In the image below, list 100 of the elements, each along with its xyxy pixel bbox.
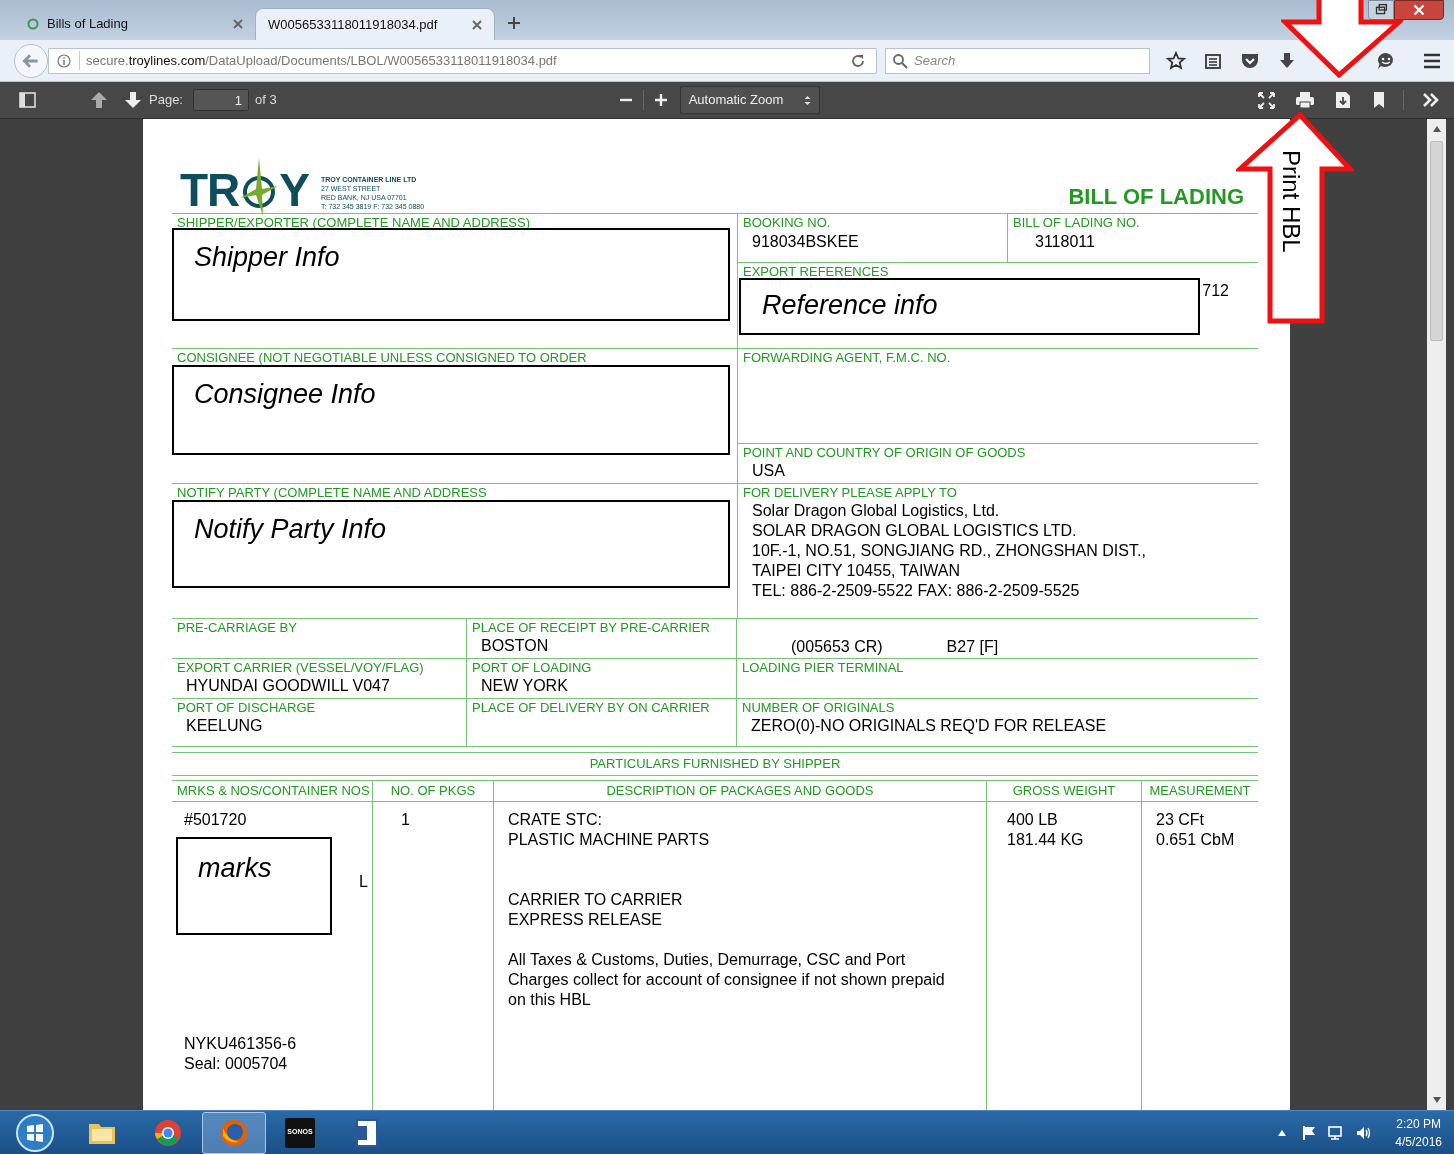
cell-text: 0.651 CbM (1156, 830, 1236, 850)
annotation-text: Notify Party Info (194, 513, 388, 546)
field-value: NEW YORK (480, 676, 569, 696)
annotation-text: Consignee Info (194, 378, 377, 411)
field-value: TAIPEI CITY 10455, TAIWAN (751, 561, 962, 581)
callout-label: Print HBL (1277, 150, 1306, 253)
zoom-select[interactable]: Automatic Zoom (679, 86, 820, 114)
page-number-field[interactable]: 1 (193, 89, 249, 111)
document-title: BILL OF LADING (1068, 185, 1244, 209)
next-page-icon[interactable] (124, 91, 142, 109)
flag-icon[interactable] (1301, 1124, 1318, 1141)
annotation-text: marks (198, 852, 273, 885)
field-label: PLACE OF DELIVERY BY ON CARRIER (471, 699, 711, 716)
star-icon[interactable] (1166, 50, 1186, 71)
previous-page-icon[interactable] (90, 91, 108, 109)
field-value: 10F.-1, NO.51, SONGJIANG RD., ZHONGSHAN DIST., (751, 541, 1147, 561)
reading-list-icon[interactable] (1204, 51, 1222, 70)
field-value: ZERO(0)-NO ORIGINALS REQ'D FOR RELEASE (750, 716, 1108, 736)
taskbar-app[interactable] (202, 1111, 266, 1154)
field-label: FOR DELIVERY PLEASE APPLY TO (742, 484, 958, 501)
updown-icon (803, 94, 811, 106)
field-label: PLACE OF RECEIPT BY PRE-CARRIER (471, 619, 711, 636)
page-label: Page: (149, 91, 183, 110)
info-icon[interactable] (57, 53, 71, 68)
field-value: BOSTON (480, 636, 550, 656)
cell-text: CARRIER TO CARRIER (508, 890, 684, 910)
company-logo: TR (180, 168, 240, 212)
field-label: LOADING PIER TERMINAL (741, 659, 905, 676)
scroll-down-icon[interactable] (1431, 1096, 1442, 1104)
browser-tab[interactable]: W0056533118011918034.pdf (255, 8, 495, 40)
field-value: Solar Dragon Global Logistics, Ltd. (751, 501, 1001, 521)
field-label: BOOKING NO. (742, 214, 832, 231)
more-tools-icon[interactable] (1422, 92, 1440, 108)
field-label: PORT OF DISCHARGE (176, 699, 317, 716)
clock[interactable]: 2:20 PM 4/5/2016 (1395, 1114, 1442, 1151)
menu-icon[interactable] (1422, 51, 1442, 70)
section-title: PARTICULARS FURNISHED BY SHIPPER (589, 755, 841, 774)
close-window-icon[interactable] (1394, 0, 1444, 20)
cell-text: EXPRESS RELEASE (508, 910, 663, 930)
field-label: NUMBER OF ORIGINALS (741, 699, 896, 716)
bookmark-icon[interactable] (1373, 91, 1385, 109)
chat-icon[interactable] (1376, 50, 1396, 71)
browser-tab[interactable]: Bills of Lading (15, 8, 255, 40)
field-label: SHIPPER/EXPORTER (COMPLETE NAME AND ADDRESS) (176, 214, 531, 231)
scroll-thumb[interactable] (1430, 141, 1443, 341)
column-heading: DESCRIPTION OF PACKAGES AND GOODS (606, 782, 874, 801)
field-value: (005653 CR) (791, 637, 883, 657)
field-label: EXPORT REFERENCES (742, 263, 890, 280)
sidebar-toggle-icon[interactable] (19, 92, 36, 108)
field-value: 3118011 (1034, 232, 1096, 252)
column-heading: NO. OF PKGS (390, 782, 476, 801)
scrollbar[interactable] (1427, 119, 1446, 1110)
show-hidden-icon[interactable] (1277, 1128, 1288, 1137)
field-value: 712 (1202, 281, 1229, 301)
column-heading: MEASUREMENT (1149, 782, 1251, 801)
column-heading: GROSS WEIGHT (1012, 782, 1116, 801)
field-value: 918034BSKEE (751, 232, 860, 252)
cell-text: 400 LB (1007, 810, 1059, 830)
search-field[interactable]: Search (885, 47, 1150, 74)
field-value: HYUNDAI GOODWILL V047 (185, 676, 391, 696)
cell-text: All Taxes & Customs, Duties, Demurrage, CSC and Port (508, 950, 907, 970)
company-logo: Y (279, 168, 309, 212)
cell-text: L (359, 872, 368, 892)
print-icon[interactable] (1295, 91, 1315, 109)
column-heading: MRKS & NOS/CONTAINER NOS (177, 782, 370, 801)
close-icon[interactable] (472, 19, 482, 30)
close-icon[interactable] (233, 19, 243, 29)
cell-text: Seal: 0005704 (184, 1054, 289, 1074)
cell-text: CRATE STC: (508, 810, 603, 830)
zoom-in-icon[interactable] (653, 93, 668, 107)
field-label: POINT AND COUNTRY OF ORIGIN OF GOODS (742, 444, 1027, 461)
reload-icon[interactable] (850, 52, 866, 69)
scroll-up-icon[interactable] (1431, 125, 1442, 133)
annotation-text: Reference info (762, 289, 939, 322)
restore-icon[interactable] (1368, 0, 1394, 20)
field-label: FORWARDING AGENT, F.M.C. NO. (742, 349, 952, 366)
loading-icon (27, 18, 39, 30)
cell-text: 181.44 KG (1007, 830, 1085, 850)
cell-text: NYKU461356-6 (184, 1034, 298, 1054)
cell-text: Charges collect for account of consignee if not shown prepaid (508, 970, 946, 990)
field-value: TEL: 886-2-2509-5522 FAX: 886-2-2509-5525 (751, 581, 1081, 601)
save-icon[interactable] (1335, 91, 1351, 109)
field-label: BILL OF LADING NO. (1012, 214, 1141, 231)
field-label: CONSIGNEE (NOT NEGOTIABLE UNLESS CONSIGNED TO ORDER (176, 349, 588, 366)
new-tab-icon[interactable] (507, 16, 521, 30)
fullscreen-icon[interactable] (1258, 91, 1275, 109)
field-value: USA (751, 461, 786, 481)
address-bar[interactable]: secure.troylines.com/DataUpload/Documents/LBOL/W0056533118011918034.pdf (48, 47, 877, 74)
field-value: SOLAR DRAGON GLOBAL LOGISTICS LTD. (751, 521, 1078, 541)
pocket-icon[interactable] (1240, 51, 1260, 70)
back-button[interactable] (14, 43, 48, 78)
page-count: of 3 (255, 91, 277, 110)
cell-text: 1 (401, 810, 411, 830)
start-button[interactable] (14, 1111, 56, 1154)
cell-text: PLASTIC MACHINE PARTS (508, 830, 711, 850)
cell-text: 23 CFt (1156, 810, 1205, 830)
annotation-text: Shipper Info (194, 241, 341, 274)
url-text: secure.troylines.com/DataUpload/Documents/LBOL/W0056533118011918034.pdf (79, 50, 557, 71)
field-label: EXPORT CARRIER (VESSEL/VOY/FLAG) (176, 659, 425, 676)
cell-text: #501720 (184, 810, 248, 830)
